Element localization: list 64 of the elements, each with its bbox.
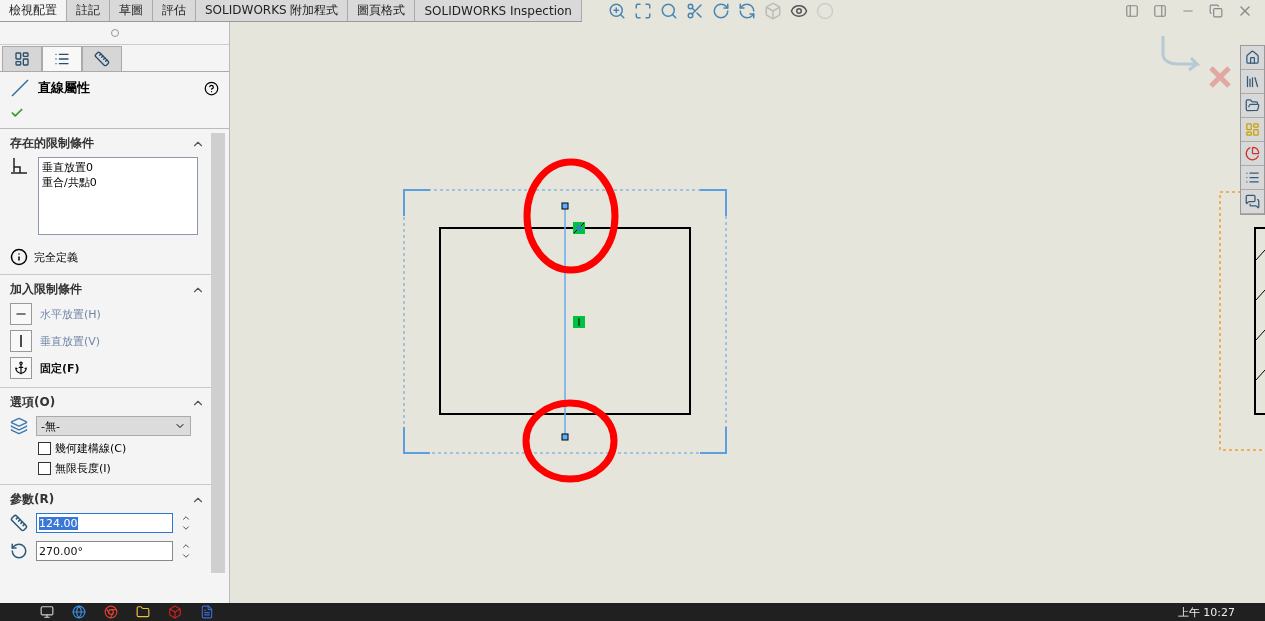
spin-buttons[interactable] xyxy=(181,513,191,533)
app-icon[interactable] xyxy=(168,605,182,619)
relation-item[interactable]: 垂直放置0 xyxy=(42,160,194,175)
eye-icon[interactable] xyxy=(789,2,808,20)
relation-button[interactable] xyxy=(10,330,32,352)
sketch-rectangle[interactable] xyxy=(439,227,691,415)
layout-icon xyxy=(14,51,30,67)
rotate-icon[interactable] xyxy=(711,2,730,20)
checkbox[interactable] xyxy=(38,462,51,475)
panel-left-icon[interactable] xyxy=(1125,4,1139,18)
document-icon[interactable] xyxy=(200,605,214,619)
section-title: 存在的限制條件 xyxy=(10,135,94,152)
vertical-marker[interactable] xyxy=(573,316,585,328)
ribbon-tab[interactable]: SOLIDWORKS 附加程式 xyxy=(196,0,349,21)
relation-icon xyxy=(10,157,28,175)
relation-label[interactable]: 固定(F) xyxy=(40,360,80,376)
relation-button[interactable] xyxy=(10,357,32,379)
panel-tab[interactable] xyxy=(82,46,122,71)
parameter-icon xyxy=(10,542,28,560)
status-text: 完全定義 xyxy=(34,249,78,265)
panel-right-icon[interactable] xyxy=(1153,4,1167,18)
coincident-marker[interactable] xyxy=(573,222,585,234)
layers-icon xyxy=(10,417,28,435)
browser-icon[interactable] xyxy=(72,605,86,619)
clock: 上午 10:27 xyxy=(1177,604,1235,620)
help-icon[interactable] xyxy=(204,80,219,96)
ruler-icon xyxy=(94,51,110,67)
panel-tab[interactable] xyxy=(42,46,82,71)
list-icon xyxy=(54,51,70,67)
folder-icon[interactable] xyxy=(136,605,150,619)
scissors-icon[interactable] xyxy=(685,2,704,20)
line-endpoint[interactable] xyxy=(561,202,569,210)
property-title: 直線屬性 xyxy=(38,79,90,97)
refresh-icon[interactable] xyxy=(737,2,756,20)
ribbon-tab[interactable]: 檢視配置 xyxy=(0,0,67,21)
ribbon-tab[interactable]: 評估 xyxy=(153,0,196,21)
spin-buttons[interactable] xyxy=(181,541,191,561)
section-title: 參數(R) xyxy=(10,491,55,508)
confirm-check-icon[interactable] xyxy=(10,106,24,120)
anchor-icon xyxy=(14,361,28,375)
parameter-icon xyxy=(10,514,28,532)
section-title: 加入限制條件 xyxy=(10,281,82,298)
zoom-icon[interactable] xyxy=(607,2,626,20)
ribbon-tab[interactable]: 草圖 xyxy=(110,0,153,21)
line-endpoint[interactable] xyxy=(561,433,569,441)
relation-item[interactable]: 重合/共點0 xyxy=(42,175,194,190)
info-icon xyxy=(10,248,28,266)
panel-tab[interactable] xyxy=(2,46,42,71)
line-icon xyxy=(10,78,30,98)
number-field[interactable]: 124.00 xyxy=(36,513,173,533)
ribbon-tab[interactable]: 圖頁格式 xyxy=(348,0,416,21)
restore-icon[interactable] xyxy=(1209,4,1223,18)
ribbon-tab[interactable]: SOLIDWORKS Inspection xyxy=(415,0,582,21)
ribbon-tab[interactable]: 註記 xyxy=(67,0,110,21)
checkbox[interactable] xyxy=(38,442,51,455)
section-title: 選項(O) xyxy=(10,394,56,411)
scrollbar[interactable] xyxy=(211,133,225,573)
search-icon[interactable] xyxy=(659,2,678,20)
number-field[interactable]: 270.00° xyxy=(36,541,173,561)
zoom-fit-icon[interactable] xyxy=(633,2,652,20)
checkbox-label: 無限長度(I) xyxy=(55,461,111,476)
dropdown[interactable]: -無- xyxy=(36,416,191,436)
checkbox-label: 幾何建構線(C) xyxy=(55,441,127,456)
relations-list[interactable]: 垂直放置0 重合/共點0 xyxy=(38,157,198,235)
